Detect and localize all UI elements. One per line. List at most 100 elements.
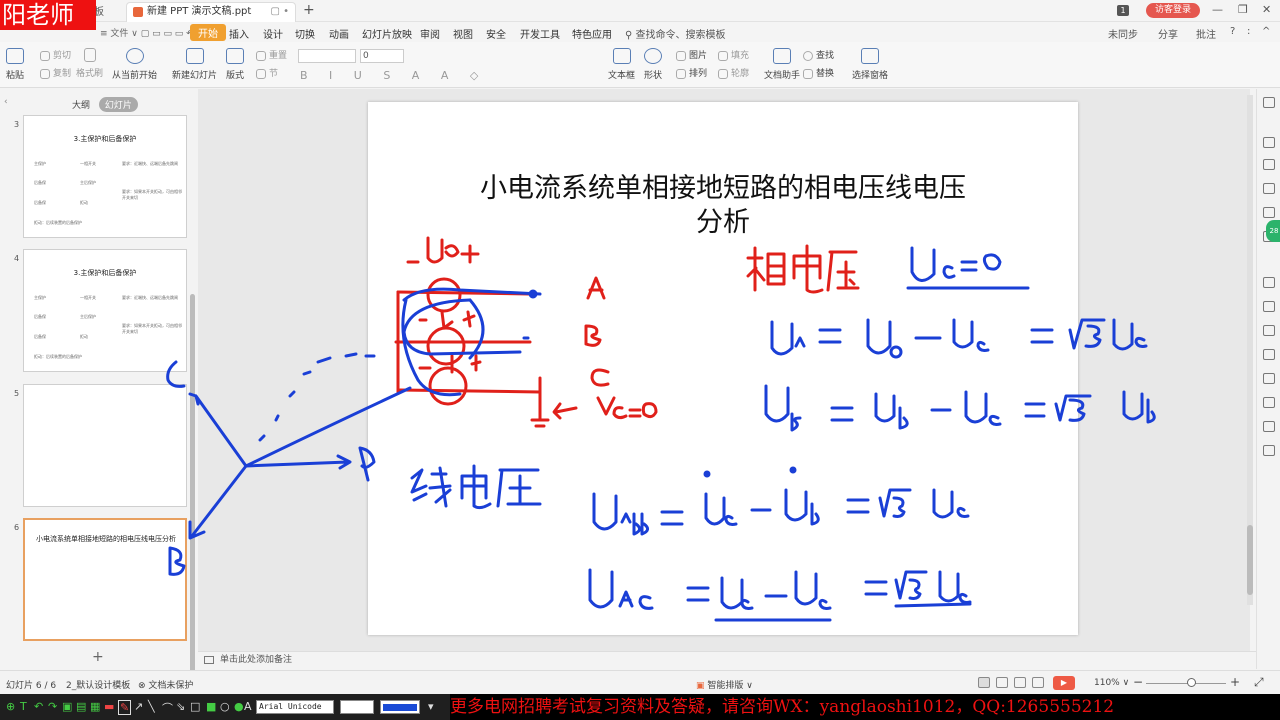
- help-icon[interactable]: [1263, 445, 1275, 456]
- text-format-buttons[interactable]: B I U S A A ◇: [300, 69, 487, 82]
- outline-button[interactable]: 轮廓: [718, 66, 749, 79]
- zoom-slider-track[interactable]: [1146, 683, 1226, 684]
- clear-icon[interactable]: ▤: [76, 700, 86, 713]
- menu-item-view[interactable]: 视图: [453, 26, 473, 41]
- arrange-button[interactable]: 排列: [676, 66, 707, 79]
- sync-status[interactable]: 未同步: [1108, 26, 1138, 41]
- backup-icon[interactable]: [1263, 397, 1275, 408]
- animation-pane-icon[interactable]: [1263, 183, 1275, 194]
- notes-bar[interactable]: 单击此处添加备注: [198, 651, 1256, 669]
- reset-button[interactable]: 重置: [256, 48, 287, 61]
- undo-icon[interactable]: ↶: [34, 700, 43, 713]
- pointer-icon[interactable]: ⊕: [6, 700, 15, 713]
- menu-item-review[interactable]: 审阅: [420, 26, 440, 41]
- menu-item-home[interactable]: 开始: [190, 24, 226, 41]
- slide-thumbnail-6[interactable]: 小电流系统单相接地短路的相电压线电压分析: [23, 518, 187, 641]
- thumbnail-scrollbar[interactable]: [190, 294, 195, 720]
- reading-view-button[interactable]: [1014, 677, 1026, 688]
- design-template[interactable]: 2_默认设计模板: [66, 678, 130, 691]
- copy-button[interactable]: 复制: [40, 66, 71, 79]
- text-box-button[interactable]: 文本框: [608, 48, 635, 81]
- collapse-ribbon-button[interactable]: ^: [1262, 26, 1270, 37]
- close-button[interactable]: ✕: [1262, 3, 1271, 16]
- zoom-out-button[interactable]: −: [1133, 675, 1143, 689]
- font-size-box[interactable]: 0: [360, 49, 404, 63]
- font-family-box[interactable]: [298, 49, 356, 63]
- menu-item-design[interactable]: 设计: [263, 26, 283, 41]
- history-icon[interactable]: [1263, 421, 1275, 432]
- main-scrollbar-thumb[interactable]: [1247, 525, 1253, 595]
- filled-rect-tool-icon[interactable]: ■: [206, 700, 216, 713]
- slide-thumbnail-3[interactable]: 3.主保护和后备保护 主保护 一相开关 要求：近端快、远端后备先跳闸 后备保 主…: [23, 115, 187, 238]
- layout-button[interactable]: 版式: [226, 48, 244, 81]
- document-helper-button[interactable]: 文档助手: [764, 48, 800, 81]
- redo-icon[interactable]: ↷: [48, 700, 57, 713]
- zoom-in-button[interactable]: +: [1230, 675, 1240, 689]
- command-search[interactable]: ⚲ 查找命令、搜索模板: [625, 26, 726, 41]
- slide-thumbnail-5[interactable]: [23, 384, 187, 507]
- line-tool-icon[interactable]: ╲: [148, 700, 155, 713]
- add-slide-button[interactable]: +: [92, 649, 104, 665]
- zoom-level[interactable]: 110% ∨: [1094, 678, 1129, 688]
- text-tool-icon[interactable]: T: [20, 700, 27, 713]
- paste-button[interactable]: 粘贴: [6, 48, 24, 81]
- slide-title[interactable]: 小电流系统单相接地短路的相电压线电压 分析: [368, 172, 1078, 240]
- restore-button[interactable]: ❐: [1238, 3, 1248, 16]
- object-properties-icon[interactable]: [1263, 137, 1275, 148]
- play-from-current-button[interactable]: 从当前开始: [112, 48, 157, 81]
- slide-sorter-button[interactable]: [996, 677, 1008, 688]
- rect-tool-icon[interactable]: □: [190, 700, 200, 713]
- current-slide[interactable]: 小电流系统单相接地短路的相电压线电压 分析: [368, 102, 1078, 635]
- shape-style-icon[interactable]: [1263, 207, 1275, 218]
- new-slide-button[interactable]: 新建幻灯片: [172, 48, 217, 81]
- replace-button[interactable]: 替换: [803, 66, 834, 79]
- transition-icon[interactable]: [1263, 301, 1275, 312]
- comment-button[interactable]: 批注: [1196, 26, 1216, 41]
- tab-slides[interactable]: 幻灯片: [98, 97, 138, 112]
- guest-login-button[interactable]: 访客登录: [1146, 3, 1200, 18]
- design-icon[interactable]: [1263, 159, 1275, 170]
- layers-icon[interactable]: [1263, 277, 1275, 288]
- share-button[interactable]: 分享: [1158, 26, 1178, 41]
- annotation-color-picker[interactable]: [380, 700, 420, 714]
- fill-button[interactable]: 填充: [718, 48, 749, 61]
- cut-button[interactable]: 剪切: [40, 48, 71, 61]
- arrow-tool-icon[interactable]: ↗: [134, 700, 143, 713]
- polyline-tool-icon[interactable]: ⌒: [162, 700, 173, 716]
- more-tools-icon[interactable]: ▾: [428, 700, 434, 713]
- slide-settings-icon[interactable]: [1263, 325, 1275, 336]
- tab-controls[interactable]: ▢ •: [270, 3, 289, 21]
- highlighter-tool-icon[interactable]: ▬: [104, 700, 114, 713]
- document-protection-status[interactable]: ⊗ 文档未保护: [138, 678, 193, 691]
- font-tool-icon[interactable]: A: [244, 700, 252, 713]
- main-scrollbar[interactable]: [1247, 95, 1253, 605]
- document-tab[interactable]: 新建 PPT 演示文稿.ppt ▢ •: [126, 2, 296, 22]
- notes-view-button[interactable]: [1032, 677, 1044, 688]
- more-button[interactable]: :: [1247, 26, 1250, 37]
- picture-panel-icon[interactable]: [1263, 349, 1275, 360]
- menu-item-security[interactable]: 安全: [486, 26, 506, 41]
- zoom-slider-knob[interactable]: [1187, 678, 1196, 687]
- fit-window-icon[interactable]: ⤢: [1254, 675, 1264, 690]
- selection-pane-button[interactable]: 选择窗格: [852, 48, 888, 81]
- slideshow-play-button[interactable]: ▶: [1053, 676, 1075, 690]
- minimize-button[interactable]: —: [1212, 3, 1223, 16]
- picture-button[interactable]: 图片: [676, 48, 707, 61]
- menu-item-insert[interactable]: 插入: [229, 26, 249, 41]
- audio-icon[interactable]: [1263, 373, 1275, 384]
- scroll-up-icon[interactable]: [1263, 97, 1275, 108]
- save-icon[interactable]: ▣: [62, 700, 72, 713]
- annotation-font-select[interactable]: Arial Unicode MS: [256, 700, 334, 720]
- menu-item-animation[interactable]: 动画: [329, 26, 349, 41]
- ellipse-tool-icon[interactable]: ○: [220, 700, 230, 713]
- normal-view-button[interactable]: [978, 677, 990, 688]
- slide-thumbnail-4[interactable]: 3.主保护和后备保护 主保护 一相开关 要求：近端快、远端后备先跳闸 后备保 主…: [23, 249, 187, 372]
- arrow-line-tool-icon[interactable]: ⇘: [176, 700, 185, 713]
- menu-item-slideshow[interactable]: 幻灯片放映: [362, 26, 412, 41]
- erase-screen-icon[interactable]: ▦: [90, 700, 100, 713]
- pen-tool-icon[interactable]: ✎: [118, 700, 132, 715]
- find-button[interactable]: 查找: [803, 48, 834, 61]
- collapse-panel-icon[interactable]: ‹: [4, 97, 8, 107]
- smart-layout-button[interactable]: ▣ 智能排版 ∨: [696, 678, 753, 691]
- shape-button[interactable]: 形状: [644, 48, 662, 81]
